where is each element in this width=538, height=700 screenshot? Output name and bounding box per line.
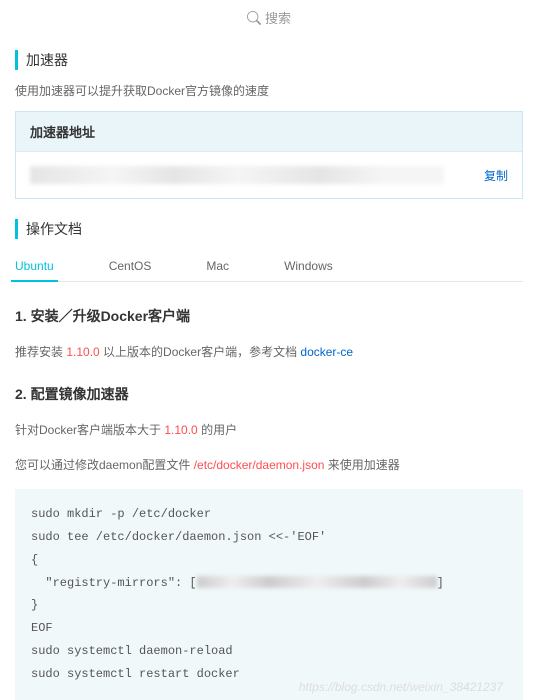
code-l1: sudo mkdir -p /etc/docker: [31, 503, 507, 526]
accelerator-title: 加速器: [15, 50, 523, 70]
tab-windows[interactable]: Windows: [284, 251, 333, 281]
code-l4a: "registry-mirrors": [: [31, 576, 197, 590]
step1-pre: 推荐安装: [15, 345, 66, 359]
accelerator-body: 复制: [16, 152, 522, 198]
code-l5: }: [31, 594, 507, 617]
code-l4: "registry-mirrors": []: [31, 572, 507, 595]
code-l2: sudo tee /etc/docker/daemon.json <<-'EOF…: [31, 526, 507, 549]
tab-centos[interactable]: CentOS: [109, 251, 152, 281]
step2-line1-pre: 针对Docker客户端版本大于: [15, 423, 164, 437]
step2-line2-pre: 您可以通过修改daemon配置文件: [15, 458, 194, 472]
os-tabs: Ubuntu CentOS Mac Windows: [15, 251, 523, 282]
search-bar[interactable]: 搜索: [15, 0, 523, 35]
daemon-json-path: /etc/docker/daemon.json: [194, 458, 325, 472]
tab-ubuntu[interactable]: Ubuntu: [15, 251, 54, 281]
code-l4b: ]: [437, 576, 444, 590]
code-mirror-url-blurred: [197, 576, 437, 588]
search-placeholder: 搜索: [265, 8, 291, 27]
step2-title: 2. 配置镜像加速器: [15, 384, 523, 404]
search-icon: [247, 11, 261, 25]
step2-line2: 您可以通过修改daemon配置文件 /etc/docker/daemon.jso…: [15, 455, 523, 475]
step2-line2-post: 来使用加速器: [324, 458, 399, 472]
code-l6: EOF: [31, 617, 507, 640]
step1-version: 1.10.0: [66, 345, 99, 359]
code-l3: {: [31, 549, 507, 572]
docker-ce-link[interactable]: docker-ce: [300, 345, 353, 359]
docs-title: 操作文档: [15, 219, 523, 239]
accelerator-box: 加速器地址 复制: [15, 111, 523, 199]
tab-mac[interactable]: Mac: [206, 251, 229, 281]
step1-text: 推荐安装 1.10.0 以上版本的Docker客户端，参考文档 docker-c…: [15, 342, 523, 362]
accelerator-address-blurred: [30, 166, 444, 184]
code-l8: sudo systemctl restart docker: [31, 663, 507, 686]
step2-line1: 针对Docker客户端版本大于 1.10.0 的用户: [15, 420, 523, 440]
step1-mid: 以上版本的Docker客户端，参考文档: [100, 345, 301, 359]
accelerator-desc: 使用加速器可以提升获取Docker官方镜像的速度: [15, 82, 523, 99]
copy-button[interactable]: 复制: [484, 167, 508, 184]
code-l7: sudo systemctl daemon-reload: [31, 640, 507, 663]
step1-title: 1. 安装／升级Docker客户端: [15, 306, 523, 326]
step2-line1-post: 的用户: [198, 423, 237, 437]
step2-version: 1.10.0: [164, 423, 197, 437]
accelerator-box-header: 加速器地址: [16, 112, 522, 152]
code-block: sudo mkdir -p /etc/dockersudo tee /etc/d…: [15, 489, 523, 699]
